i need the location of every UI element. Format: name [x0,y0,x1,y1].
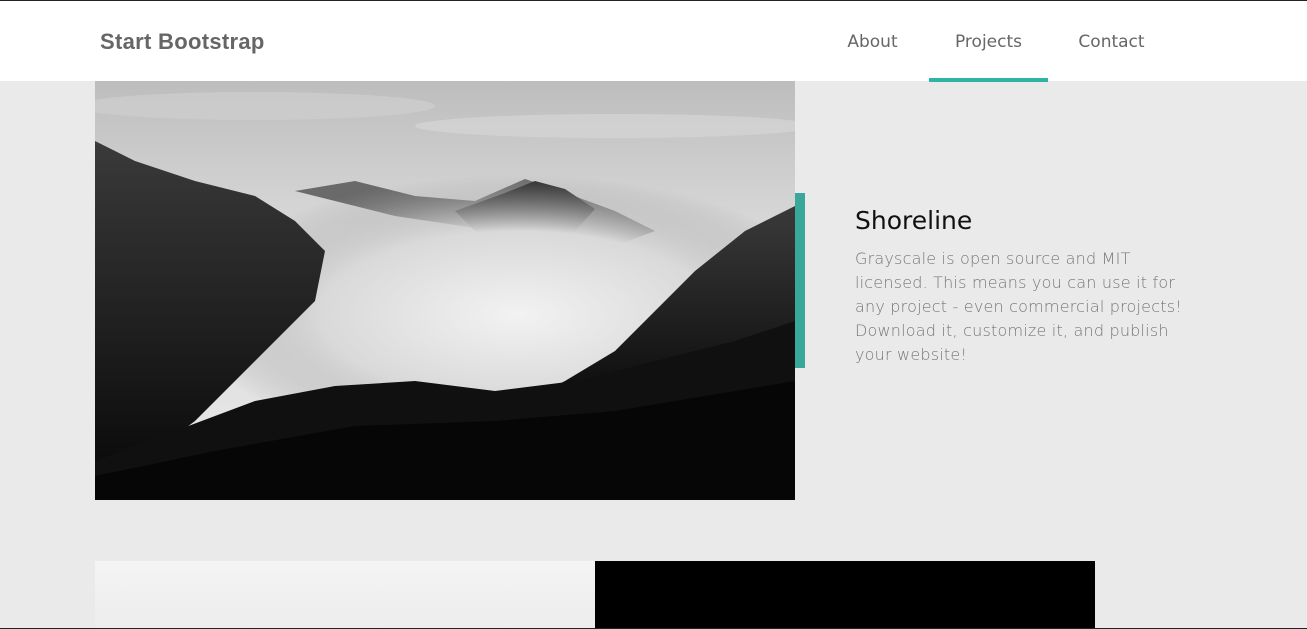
second-project-panel [595,561,1095,628]
project-accent-bar [795,193,805,368]
page: Start Bootstrap About Projects Contact S… [0,0,1307,629]
active-nav-indicator [929,78,1048,82]
nav-item-projects[interactable]: Projects [929,1,1048,82]
nav-item-label: Contact [1078,32,1145,52]
project-title: Shoreline [855,206,973,235]
navbar: Start Bootstrap About Projects Contact [0,1,1307,82]
nav-item-label: About [847,32,898,52]
brand-link[interactable]: Start Bootstrap [100,29,265,55]
nav-item-contact[interactable]: Contact [1052,1,1171,81]
nav-item-label: Projects [954,32,1023,52]
project-image [95,81,795,500]
nav-item-about[interactable]: About [820,1,925,81]
second-project-image [95,561,595,628]
project-description: Grayscale is open source and MIT license… [855,249,1182,364]
project-text: Shoreline Grayscale is open source and M… [855,206,1200,367]
